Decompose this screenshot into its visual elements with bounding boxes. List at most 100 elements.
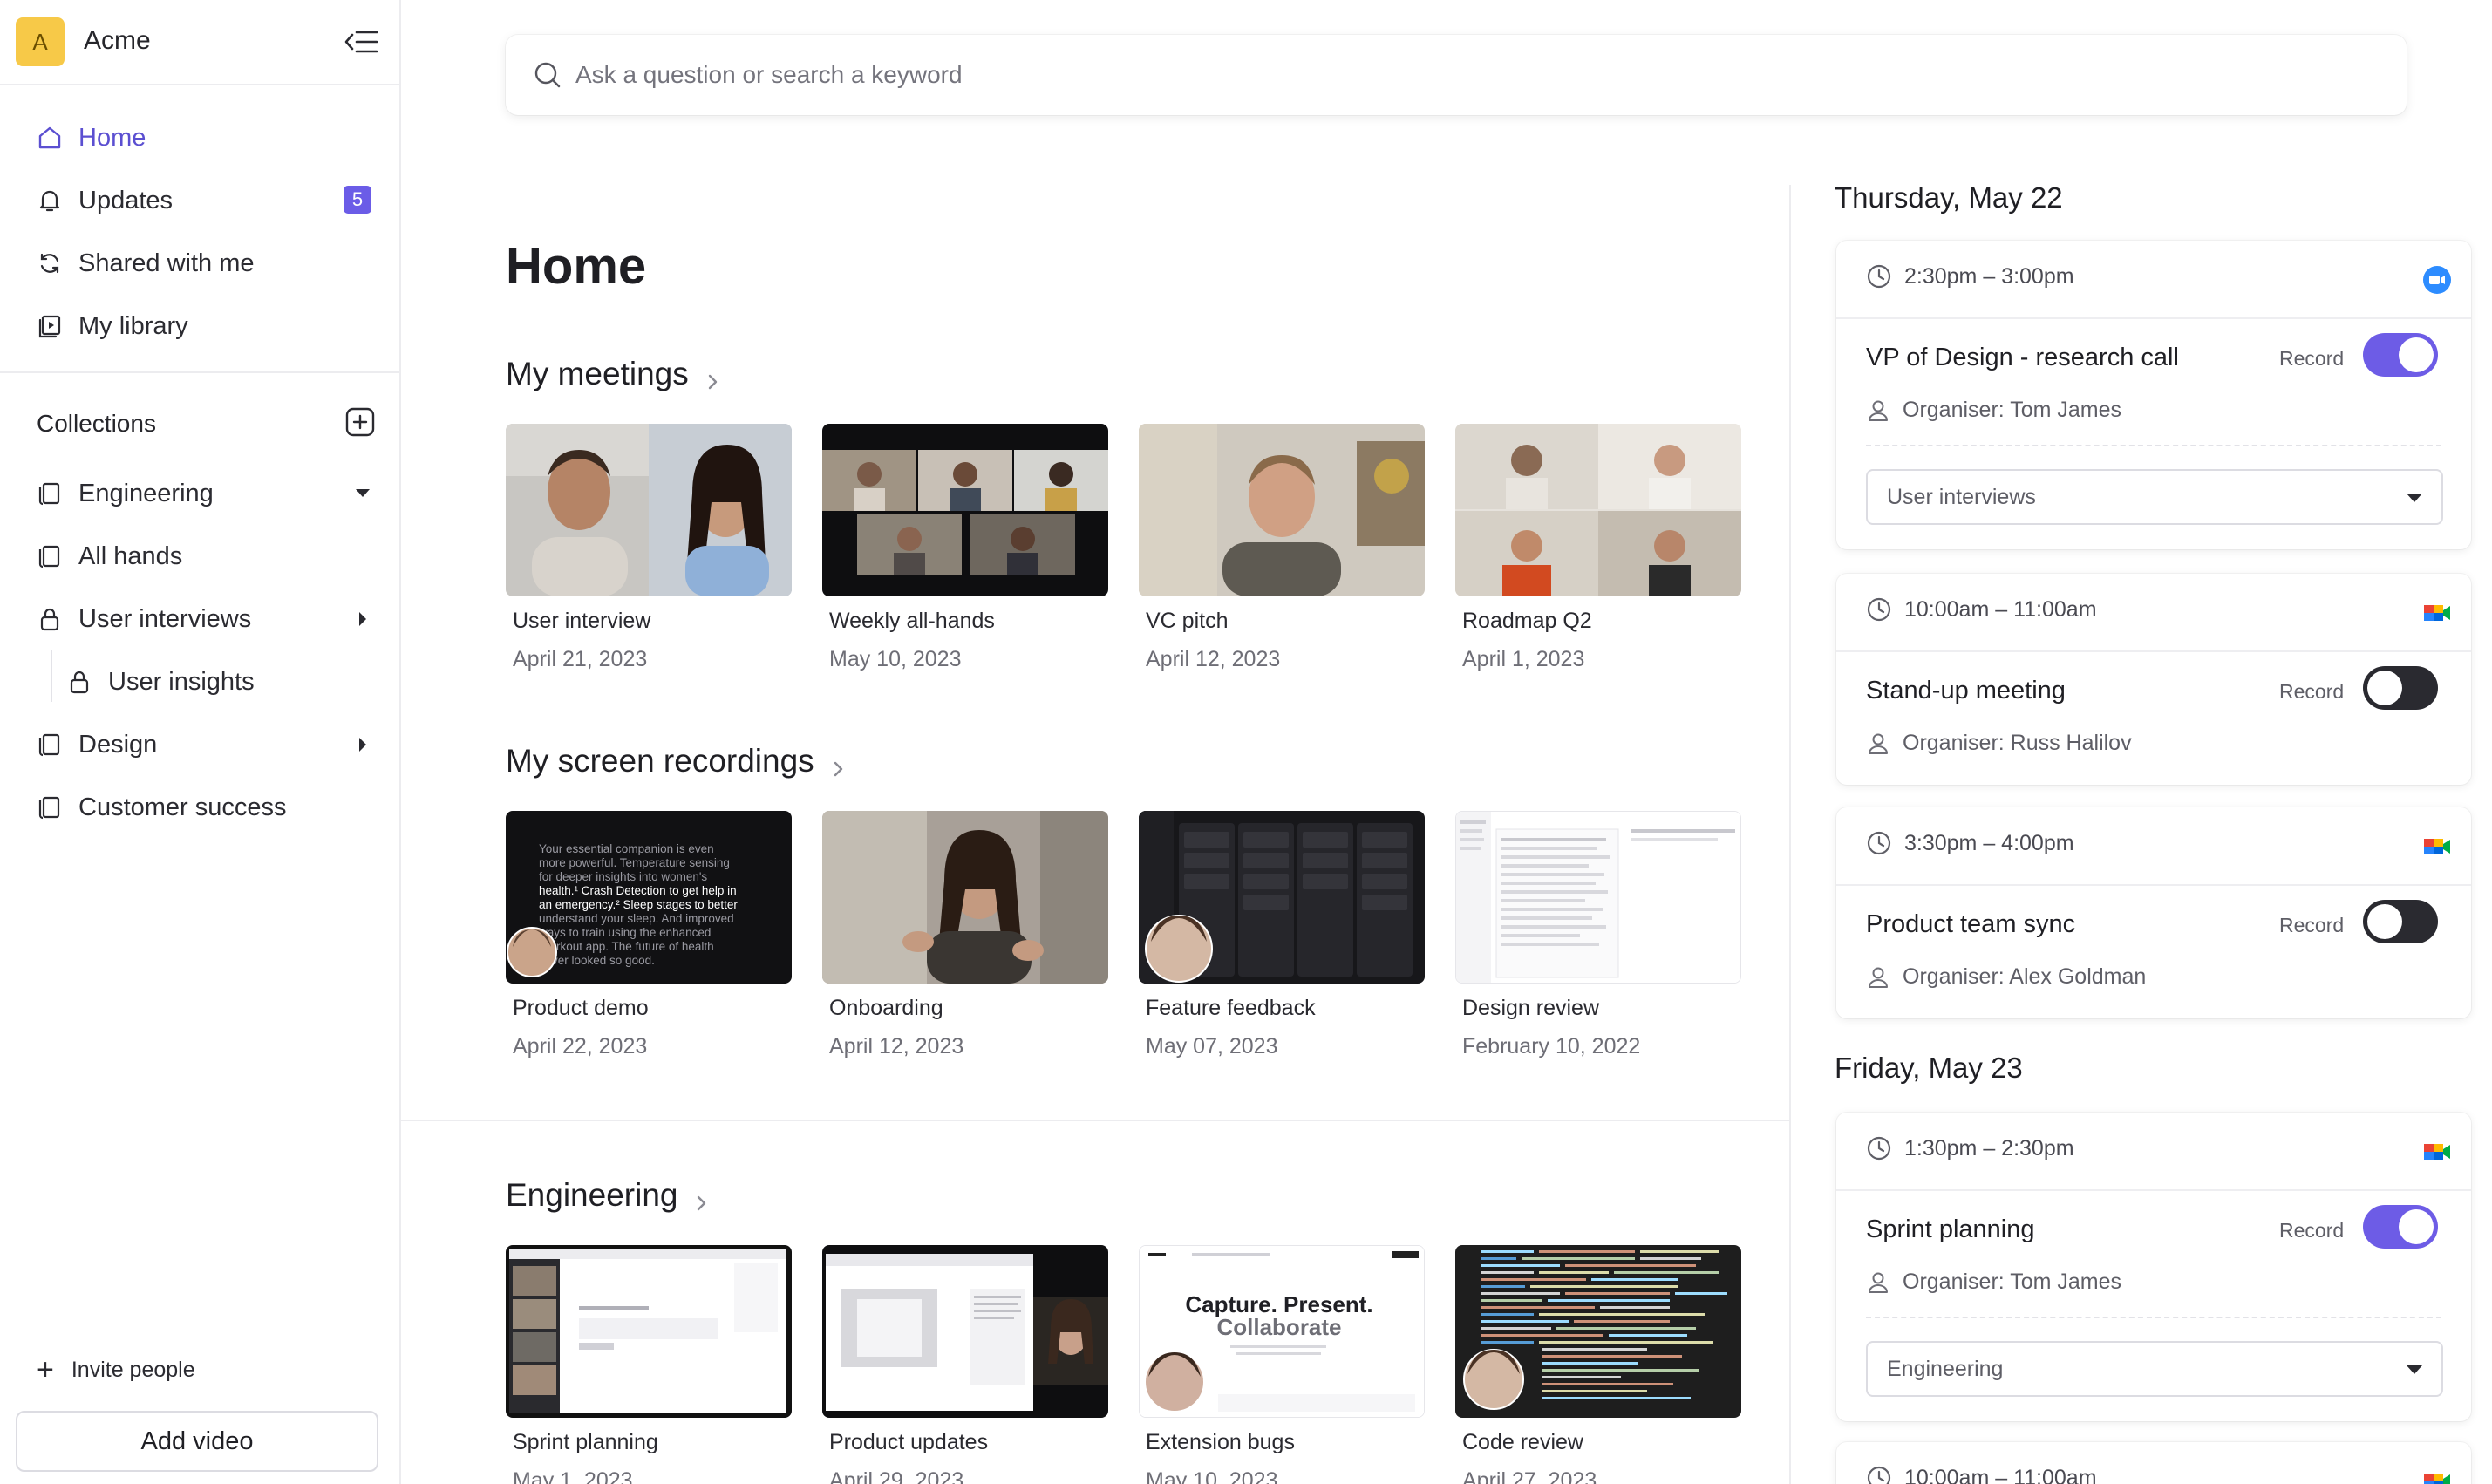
- record-label: Record: [2279, 914, 2345, 936]
- event-separator: [1836, 884, 2471, 886]
- sidebar: A Acme Home Updates 5 Shared with me My …: [0, 0, 401, 1484]
- event-title[interactable]: Sprint planning: [1866, 1215, 2034, 1244]
- section-label: My meetings: [506, 356, 689, 391]
- record-toggle[interactable]: [2363, 900, 2438, 943]
- thumb-text: Collaborate: [1216, 1314, 1341, 1340]
- event-time: 1:30pm – 2:30pm: [1866, 1135, 2074, 1161]
- collection-item-design[interactable]: Design: [35, 724, 157, 766]
- updates-count-badge: 5: [344, 186, 371, 214]
- collection-label: Engineering: [78, 479, 214, 507]
- invite-label: Invite people: [71, 1357, 195, 1382]
- video-thumbnail[interactable]: [1455, 424, 1741, 596]
- card-date: May 1, 2023: [513, 1468, 633, 1484]
- card-date: May 07, 2023: [1146, 1034, 1278, 1059]
- event-organiser: Organiser: Russ Halilov: [1866, 731, 2132, 756]
- sync-icon: [35, 248, 65, 278]
- invite-people-button[interactable]: + Invite people: [37, 1353, 195, 1386]
- caret-right-icon[interactable]: [352, 734, 373, 755]
- video-thumbnail[interactable]: [1455, 811, 1741, 984]
- collection-item-user-insights[interactable]: User insights: [65, 661, 255, 703]
- card-date: May 10, 2023: [1146, 1468, 1278, 1484]
- video-thumbnail[interactable]: [506, 1245, 792, 1418]
- calendar-event: 1:30pm – 2:30pm Sprint planning Record O…: [1836, 1113, 2471, 1421]
- folder-icon: [35, 479, 65, 508]
- workspace-name[interactable]: Acme: [84, 26, 151, 56]
- tree-indent-line: [51, 650, 52, 702]
- dashed-divider: [1866, 1317, 2441, 1318]
- event-title[interactable]: VP of Design - research call: [1866, 344, 2179, 372]
- video-thumbnail[interactable]: Capture. Present. Collaborate: [1139, 1245, 1425, 1418]
- caret-right-icon[interactable]: [352, 609, 373, 630]
- workspace-avatar[interactable]: A: [16, 17, 65, 66]
- calendar-event: 3:30pm – 4:00pm Product team sync Record…: [1836, 807, 2471, 1018]
- event-time-text: 10:00am – 11:00am: [1904, 596, 2097, 622]
- section-title-engineering[interactable]: Engineering: [506, 1177, 711, 1214]
- collection-item-all-hands[interactable]: All hands: [35, 535, 182, 577]
- video-thumbnail[interactable]: [1139, 811, 1425, 984]
- section-title-my-screen-recordings[interactable]: My screen recordings: [506, 743, 848, 779]
- card-title: Extension bugs: [1146, 1430, 1295, 1454]
- collapse-sidebar-icon[interactable]: [342, 24, 380, 59]
- search-bar[interactable]: [506, 35, 2407, 115]
- chevron-right-icon: [693, 1185, 711, 1211]
- thumb-text: Workout app. The future of health: [539, 940, 714, 953]
- card-title: Roadmap Q2: [1462, 609, 1592, 633]
- caret-down-icon[interactable]: [352, 483, 373, 504]
- record-label: Record: [2279, 680, 2345, 703]
- collection-select[interactable]: Engineering: [1866, 1341, 2443, 1397]
- day-title: Friday, May 23: [1835, 1052, 2023, 1084]
- collection-label: User interviews: [78, 604, 252, 633]
- column-divider: [1789, 185, 1791, 1484]
- card-title: User interview: [513, 609, 651, 633]
- clock-icon: [1866, 596, 1892, 623]
- select-value: Engineering: [1887, 1356, 2004, 1381]
- collection-select[interactable]: User interviews: [1866, 469, 2443, 525]
- event-title[interactable]: Product team sync: [1866, 910, 2075, 939]
- organiser-text: Organiser: Russ Halilov: [1903, 731, 2132, 755]
- collection-item-engineering[interactable]: Engineering: [35, 473, 214, 514]
- video-thumbnail[interactable]: [1455, 1245, 1741, 1418]
- lock-icon: [35, 604, 65, 634]
- nav-label: My library: [78, 311, 188, 340]
- card-title: Onboarding: [829, 996, 943, 1020]
- google-meet-icon: [2422, 832, 2452, 861]
- toggle-knob: [2367, 671, 2402, 705]
- add-video-button[interactable]: Add video: [16, 1411, 378, 1472]
- video-thumbnail[interactable]: [1139, 424, 1425, 596]
- google-meet-icon: [2422, 1137, 2452, 1167]
- dropdown-arrow-icon: [2407, 1365, 2422, 1374]
- card-date: April 22, 2023: [513, 1034, 648, 1059]
- user-icon: [1866, 965, 1890, 990]
- search-input[interactable]: [575, 61, 2232, 89]
- library-icon: [35, 311, 65, 341]
- record-toggle[interactable]: [2363, 666, 2438, 710]
- nav-item-updates[interactable]: Updates: [35, 180, 173, 221]
- page-title: Home: [506, 238, 647, 295]
- main-divider: [401, 1120, 1789, 1121]
- nav-item-my-library[interactable]: My library: [35, 305, 188, 347]
- section-title-my-meetings[interactable]: My meetings: [506, 356, 722, 392]
- collection-item-user-interviews[interactable]: User interviews: [35, 598, 251, 640]
- chevron-right-icon: [830, 751, 848, 777]
- nav-item-home[interactable]: Home: [35, 117, 146, 159]
- card-date: May 10, 2023: [829, 647, 962, 671]
- record-toggle[interactable]: [2363, 1205, 2438, 1249]
- video-thumbnail[interactable]: Your essential companion is even more po…: [506, 811, 792, 984]
- card-title: Design review: [1462, 996, 1600, 1020]
- nav-label: Home: [78, 123, 146, 152]
- event-time: 10:00am – 11:00am: [1866, 1465, 2097, 1484]
- video-thumbnail[interactable]: [506, 424, 792, 596]
- plus-icon: +: [37, 1353, 54, 1386]
- video-thumbnail[interactable]: [822, 1245, 1108, 1418]
- toggle-knob: [2367, 904, 2402, 939]
- add-collection-icon[interactable]: [345, 407, 375, 437]
- nav-item-shared-with-me[interactable]: Shared with me: [35, 242, 255, 284]
- event-title[interactable]: Stand-up meeting: [1866, 677, 2066, 705]
- search-icon: [532, 59, 563, 91]
- collection-item-customer-success[interactable]: Customer success: [35, 786, 287, 828]
- video-thumbnail[interactable]: [822, 424, 1108, 596]
- card-title: Product demo: [513, 996, 649, 1020]
- video-thumbnail[interactable]: [822, 811, 1108, 984]
- record-label: Record: [2279, 347, 2345, 370]
- record-toggle[interactable]: [2363, 333, 2438, 377]
